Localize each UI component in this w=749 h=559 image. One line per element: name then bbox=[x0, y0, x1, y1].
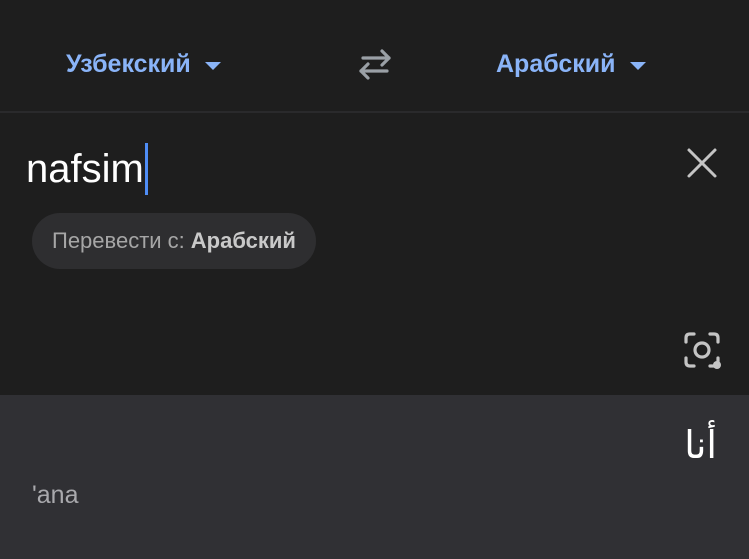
detected-language-chip[interactable]: Перевести с: Арабский bbox=[32, 213, 316, 269]
translation-text: أنا bbox=[684, 423, 717, 467]
chip-prefix: Перевести с: bbox=[52, 228, 185, 253]
source-language-label: Узбекский bbox=[66, 49, 191, 78]
swap-languages-icon[interactable] bbox=[353, 44, 397, 84]
text-cursor bbox=[144, 143, 148, 195]
close-icon[interactable] bbox=[682, 143, 722, 183]
source-text-value: nafsim bbox=[26, 147, 144, 191]
target-language-selector[interactable]: Арабский bbox=[496, 46, 646, 82]
source-input-area[interactable]: nafsim Перевести с: Арабский bbox=[0, 113, 749, 395]
source-language-selector[interactable]: Узбекский bbox=[66, 46, 221, 82]
source-text-input[interactable]: nafsim bbox=[26, 143, 148, 195]
camera-lens-icon[interactable] bbox=[680, 328, 724, 372]
transliteration-text: 'ana bbox=[32, 481, 79, 509]
target-language-label: Арабский bbox=[496, 49, 616, 78]
translation-result-panel: أنا 'ana bbox=[0, 395, 749, 559]
chip-language: Арабский bbox=[190, 228, 296, 253]
language-bar: Узбекский Арабский bbox=[0, 0, 749, 113]
caret-down-icon bbox=[204, 62, 221, 70]
caret-down-icon bbox=[629, 62, 646, 70]
